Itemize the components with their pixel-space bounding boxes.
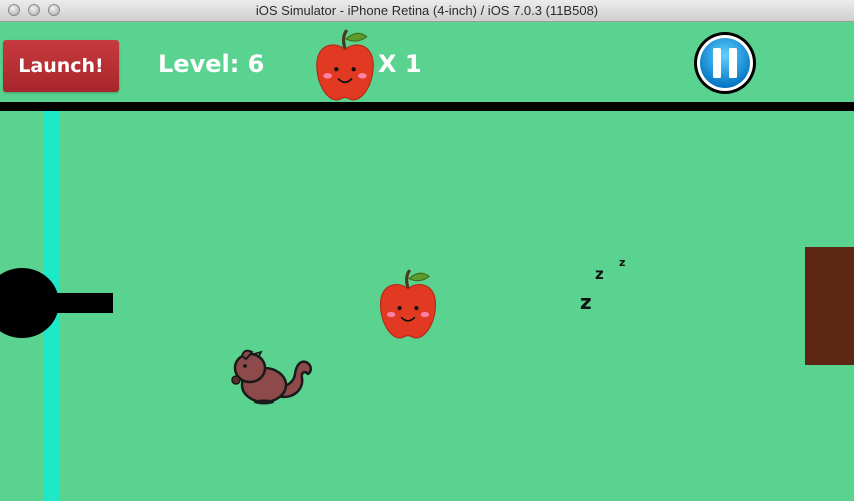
- game-canvas[interactable]: Launch! Level: 6 X 1 z z z: [0, 22, 854, 501]
- sleep-z-small: z: [619, 256, 626, 269]
- level-label: Level: 6: [158, 50, 265, 78]
- hud-divider-bar: [0, 102, 854, 111]
- window-titlebar: iOS Simulator - iPhone Retina (4-inch) /…: [0, 0, 854, 22]
- right-wall-block: [805, 247, 854, 365]
- target-apple: [379, 269, 437, 339]
- sleep-z-medium: z: [595, 265, 604, 283]
- cannon-barrel: [50, 293, 113, 313]
- apple-counter-icon: [316, 29, 374, 101]
- sleep-z-large: z: [580, 290, 592, 314]
- launch-button[interactable]: Launch!: [3, 40, 119, 92]
- window-title: iOS Simulator - iPhone Retina (4-inch) /…: [255, 3, 599, 18]
- apple-count-label: X 1: [378, 50, 422, 78]
- squirrel: [231, 349, 312, 405]
- pause-button[interactable]: [692, 30, 758, 96]
